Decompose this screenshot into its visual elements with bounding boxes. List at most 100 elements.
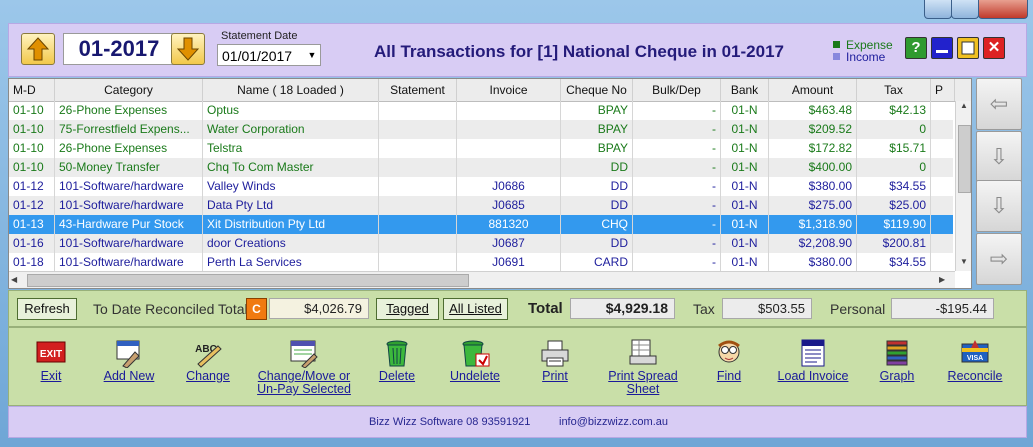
cell-amount: $400.00	[769, 158, 857, 177]
nav-page-button[interactable]: ⇩	[976, 131, 1022, 183]
scroll-left-icon[interactable]: ◀	[11, 272, 25, 288]
all-listed-button[interactable]: All Listed	[443, 298, 508, 320]
change-label: Change	[186, 369, 230, 383]
reconcile-c-button[interactable]: C	[246, 298, 267, 320]
col-tax[interactable]: Tax	[857, 79, 931, 101]
nav-first-button[interactable]: ⇦	[976, 78, 1022, 130]
cell-bulk: -	[633, 196, 721, 215]
grid-vertical-scrollbar[interactable]: ▲ ▼	[955, 101, 971, 271]
grid-horizontal-scrollbar[interactable]: ◀ ▶	[9, 271, 955, 288]
cell-md: 01-10	[9, 139, 55, 158]
scroll-right-icon[interactable]: ▶	[939, 272, 953, 288]
reconcile-label: Reconcile	[947, 369, 1003, 383]
nav-last-button[interactable]: ⇨	[976, 233, 1022, 285]
cell-name: Xit Distribution Pty Ltd	[203, 215, 379, 234]
cell-name: Optus	[203, 101, 379, 120]
cell-amount: $463.48	[769, 101, 857, 120]
cell-statement	[379, 139, 457, 158]
cell-cheque: DD	[561, 158, 633, 177]
change-move-button[interactable]: Change/Move or Un-Pay Selected	[249, 332, 359, 400]
cell-md: 01-12	[9, 177, 55, 196]
col-name[interactable]: Name ( 18 Loaded )	[203, 79, 379, 101]
cell-statement	[379, 120, 457, 139]
table-row[interactable]: 01-10 26-Phone Expenses Optus BPAY -01-N $463…	[9, 101, 953, 120]
cell-tax: 0	[857, 158, 931, 177]
close-button[interactable]: ✕	[983, 37, 1005, 59]
help-button[interactable]: ?	[905, 37, 927, 59]
table-row[interactable]: 01-12 101-Software/hardware Data Pty Ltd J0…	[9, 196, 953, 215]
cell-name: Valley Winds	[203, 177, 379, 196]
change-button[interactable]: ABC Change	[179, 332, 237, 400]
col-cheque[interactable]: Cheque No	[561, 79, 633, 101]
print-label: Print	[542, 369, 568, 383]
print-spreadsheet-button[interactable]: Print Spread Sheet	[601, 332, 685, 400]
table-row[interactable]: 01-13 43-Hardware Pur Stock Xit Distributi…	[9, 215, 953, 234]
cell-name: Chq To Com Master	[203, 158, 379, 177]
graph-button[interactable]: Graph	[873, 332, 921, 400]
undelete-label: Undelete	[449, 369, 501, 383]
scroll-thumb[interactable]	[958, 125, 971, 193]
cell-amount: $209.52	[769, 120, 857, 139]
table-row[interactable]: 01-10 75-Forrestfield Expens... Water Corp…	[9, 120, 953, 139]
restore-button[interactable]	[957, 37, 979, 59]
question-icon: ?	[911, 39, 921, 56]
chevron-down-icon: ▼	[307, 50, 317, 60]
cell-amount: $2,208.90	[769, 234, 857, 253]
col-category[interactable]: Category	[55, 79, 203, 101]
exit-button[interactable]: EXIT Exit	[27, 332, 75, 400]
previous-period-button[interactable]	[21, 33, 55, 65]
col-p[interactable]: P	[931, 79, 955, 101]
undelete-button[interactable]: Undelete	[445, 332, 505, 400]
table-row[interactable]: 01-12 101-Software/hardware Valley Winds J0…	[9, 177, 953, 196]
cell-cheque: DD	[561, 234, 633, 253]
add-new-label: Add New	[103, 369, 155, 383]
col-amount[interactable]: Amount	[769, 79, 857, 101]
cell-amount: $380.00	[769, 177, 857, 196]
footer-email[interactable]: info@bizzwizz.com.au	[559, 416, 668, 428]
reconcile-button[interactable]: VISA Reconcile	[943, 332, 1007, 400]
col-statement[interactable]: Statement	[379, 79, 457, 101]
window-maximize-button[interactable]	[951, 0, 979, 19]
cell-md: 01-18	[9, 253, 55, 272]
window-titlebar	[0, 0, 1033, 20]
tagged-button[interactable]: Tagged	[376, 298, 439, 320]
find-button[interactable]: Find	[705, 332, 753, 400]
print-button[interactable]: Print	[529, 332, 581, 400]
nav-next-button[interactable]: ⇩	[976, 180, 1022, 232]
table-row[interactable]: 01-16 101-Software/hardware door Creations…	[9, 234, 953, 253]
scroll-up-icon[interactable]: ▲	[956, 101, 971, 115]
col-bulk-dep[interactable]: Bulk/Dep	[633, 79, 721, 101]
statement-date-value: 01/01/2017	[222, 48, 293, 64]
hscroll-thumb[interactable]	[27, 274, 469, 287]
arrow-down-icon	[176, 37, 200, 61]
cell-bank: 01-N	[721, 234, 769, 253]
statement-date-select[interactable]: 01/01/2017 ▼	[217, 44, 321, 66]
col-invoice[interactable]: Invoice	[457, 79, 561, 101]
cell-statement	[379, 158, 457, 177]
cell-statement	[379, 196, 457, 215]
next-period-button[interactable]	[171, 33, 205, 65]
trash-icon	[381, 338, 413, 368]
cell-name: Telstra	[203, 139, 379, 158]
printer-icon	[539, 338, 571, 368]
window-close-button[interactable]	[978, 0, 1028, 19]
change-move-label: Change/Move or Un-Pay Selected	[257, 369, 351, 396]
graph-label: Graph	[879, 369, 915, 383]
table-row[interactable]: 01-18 101-Software/hardware Perth La Servi…	[9, 253, 953, 272]
legend-income-label: Income	[846, 50, 886, 64]
window-minimize-button[interactable]	[924, 0, 952, 19]
minimize-button[interactable]	[931, 37, 953, 59]
col-bank[interactable]: Bank	[721, 79, 769, 101]
cell-tax: $42.13	[857, 101, 931, 120]
table-row[interactable]: 01-10 50-Money Transfer Chq To Com Master D…	[9, 158, 953, 177]
cell-category: 26-Phone Expenses	[55, 139, 203, 158]
cell-cheque: DD	[561, 196, 633, 215]
load-invoice-button[interactable]: Load Invoice	[771, 332, 855, 400]
delete-button[interactable]: Delete	[371, 332, 423, 400]
add-new-button[interactable]: Add New	[97, 332, 161, 400]
refresh-button[interactable]: Refresh	[17, 298, 77, 320]
scroll-down-icon[interactable]: ▼	[956, 257, 971, 271]
col-md[interactable]: M-D	[9, 79, 55, 101]
cell-invoice	[457, 139, 561, 158]
table-row[interactable]: 01-10 26-Phone Expenses Telstra BPAY -01-N $1…	[9, 139, 953, 158]
